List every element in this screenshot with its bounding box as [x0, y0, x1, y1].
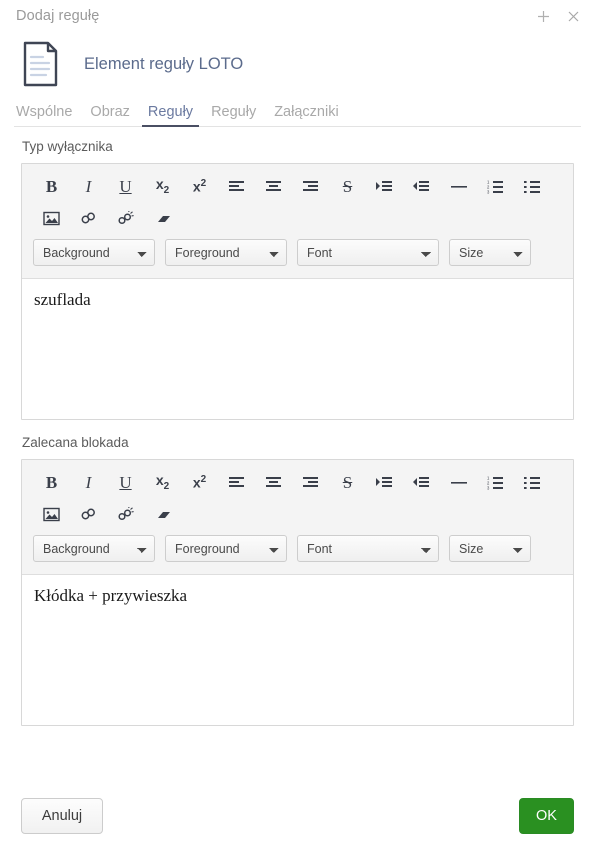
- editor-toolbar: B I U x2 x2 S 1 2 3 Background Foregroun…: [22, 460, 573, 575]
- document-icon: [18, 39, 62, 89]
- eraser-icon[interactable]: [144, 206, 181, 232]
- svg-text:3: 3: [487, 189, 490, 194]
- unlink-icon[interactable]: [107, 206, 144, 232]
- eraser-icon[interactable]: [144, 502, 181, 528]
- rich-text-editor: B I U x2 x2 S 1 2 3 Background Foregroun…: [21, 163, 574, 420]
- underline-icon[interactable]: U: [107, 470, 144, 496]
- toolbar-row-selects: Background Foreground Font Size: [28, 530, 567, 567]
- font-family-select[interactable]: Font: [297, 239, 439, 266]
- background-color-select[interactable]: Background: [33, 239, 155, 266]
- indent-decrease-icon[interactable]: [403, 174, 440, 200]
- horizontal-rule-icon[interactable]: [440, 470, 477, 496]
- toolbar-row-formatting: B I U x2 x2 S 1 2 3: [28, 466, 567, 499]
- cancel-button[interactable]: Anuluj: [21, 797, 103, 834]
- field-label: Zalecana blokada: [22, 435, 129, 450]
- tab-reguly-1[interactable]: Reguły: [141, 104, 200, 127]
- superscript-icon[interactable]: x2: [181, 470, 218, 496]
- ordered-list-icon[interactable]: 123: [477, 174, 514, 200]
- foreground-color-select[interactable]: Foreground: [165, 535, 287, 562]
- field-typ-wylacznika: Typ wyłącznika B I U x2 x2 S 1 2 3 Backg…: [21, 139, 574, 420]
- dialog-titlebar: Dodaj regułę: [0, 0, 595, 32]
- tab-reguly-2[interactable]: Reguły: [209, 104, 258, 127]
- bold-icon[interactable]: B: [33, 470, 70, 496]
- strikethrough-icon[interactable]: S: [329, 174, 366, 200]
- editor-toolbar: B I U x2 x2 S 1 2 3 Background Foregroun…: [22, 164, 573, 279]
- page-title: Element reguły LOTO: [84, 54, 244, 73]
- superscript-icon[interactable]: x2: [181, 174, 218, 200]
- bold-icon[interactable]: B: [33, 174, 70, 200]
- dialog-footer: Anuluj OK: [0, 785, 595, 846]
- insert-link-icon[interactable]: [70, 502, 107, 528]
- align-center-icon[interactable]: [255, 470, 292, 496]
- align-right-icon[interactable]: [292, 174, 329, 200]
- unordered-list-icon[interactable]: [514, 174, 551, 200]
- dialog-header: Element reguły LOTO: [0, 32, 595, 94]
- font-size-select[interactable]: Size: [449, 239, 531, 266]
- align-left-icon[interactable]: [218, 174, 255, 200]
- close-icon[interactable]: [565, 8, 581, 24]
- align-center-icon[interactable]: [255, 174, 292, 200]
- subscript-icon[interactable]: x2: [144, 174, 181, 200]
- insert-link-icon[interactable]: [70, 206, 107, 232]
- horizontal-rule-icon[interactable]: [440, 174, 477, 200]
- tab-wspolne[interactable]: Wspólne: [14, 104, 74, 127]
- indent-decrease-icon[interactable]: [403, 470, 440, 496]
- field-label: Typ wyłącznika: [22, 139, 113, 154]
- plus-icon[interactable]: [535, 8, 551, 24]
- align-right-icon[interactable]: [292, 470, 329, 496]
- italic-icon[interactable]: I: [70, 174, 107, 200]
- unordered-list-icon[interactable]: [514, 470, 551, 496]
- toolbar-row-selects: Background Foreground Font Size: [28, 234, 567, 271]
- toolbar-row-formatting: B I U x2 x2 S 1 2 3: [28, 170, 567, 203]
- background-color-select[interactable]: Background: [33, 535, 155, 562]
- align-left-icon[interactable]: [218, 470, 255, 496]
- tab-obraz[interactable]: Obraz: [88, 104, 132, 127]
- insert-image-icon[interactable]: [33, 502, 70, 528]
- strikethrough-icon[interactable]: S: [329, 470, 366, 496]
- font-family-select[interactable]: Font: [297, 535, 439, 562]
- toolbar-row-insert: [28, 499, 567, 530]
- rich-text-editor: B I U x2 x2 S 1 2 3 Background Foregroun…: [21, 459, 574, 726]
- underline-icon[interactable]: U: [107, 174, 144, 200]
- indent-increase-icon[interactable]: [366, 174, 403, 200]
- indent-increase-icon[interactable]: [366, 470, 403, 496]
- tab-bar: Wspólne Obraz Reguły Reguły Załączniki: [0, 94, 595, 127]
- unlink-icon[interactable]: [107, 502, 144, 528]
- foreground-color-select[interactable]: Foreground: [165, 239, 287, 266]
- titlebar-actions: [535, 8, 581, 24]
- ordered-list-icon[interactable]: 123: [477, 470, 514, 496]
- ok-button[interactable]: OK: [519, 797, 574, 834]
- field-zalecana-blokada: Zalecana blokada B I U x2 x2 S 1 2 3 Bac…: [21, 435, 574, 726]
- insert-image-icon[interactable]: [33, 206, 70, 232]
- italic-icon[interactable]: I: [70, 470, 107, 496]
- editor-content[interactable]: szuflada: [22, 279, 573, 419]
- editor-content[interactable]: Kłódka + przywieszka: [22, 575, 573, 725]
- toolbar-row-insert: [28, 203, 567, 234]
- add-rule-dialog: Dodaj regułę Element reguły LOTO Wspólne…: [0, 0, 595, 846]
- font-size-select[interactable]: Size: [449, 535, 531, 562]
- subscript-icon[interactable]: x2: [144, 470, 181, 496]
- dialog-body: Typ wyłącznika B I U x2 x2 S 1 2 3 Backg…: [0, 127, 595, 785]
- svg-text:3: 3: [487, 485, 490, 490]
- dialog-title: Dodaj regułę: [16, 8, 100, 24]
- tab-zalaczniki[interactable]: Załączniki: [272, 104, 340, 127]
